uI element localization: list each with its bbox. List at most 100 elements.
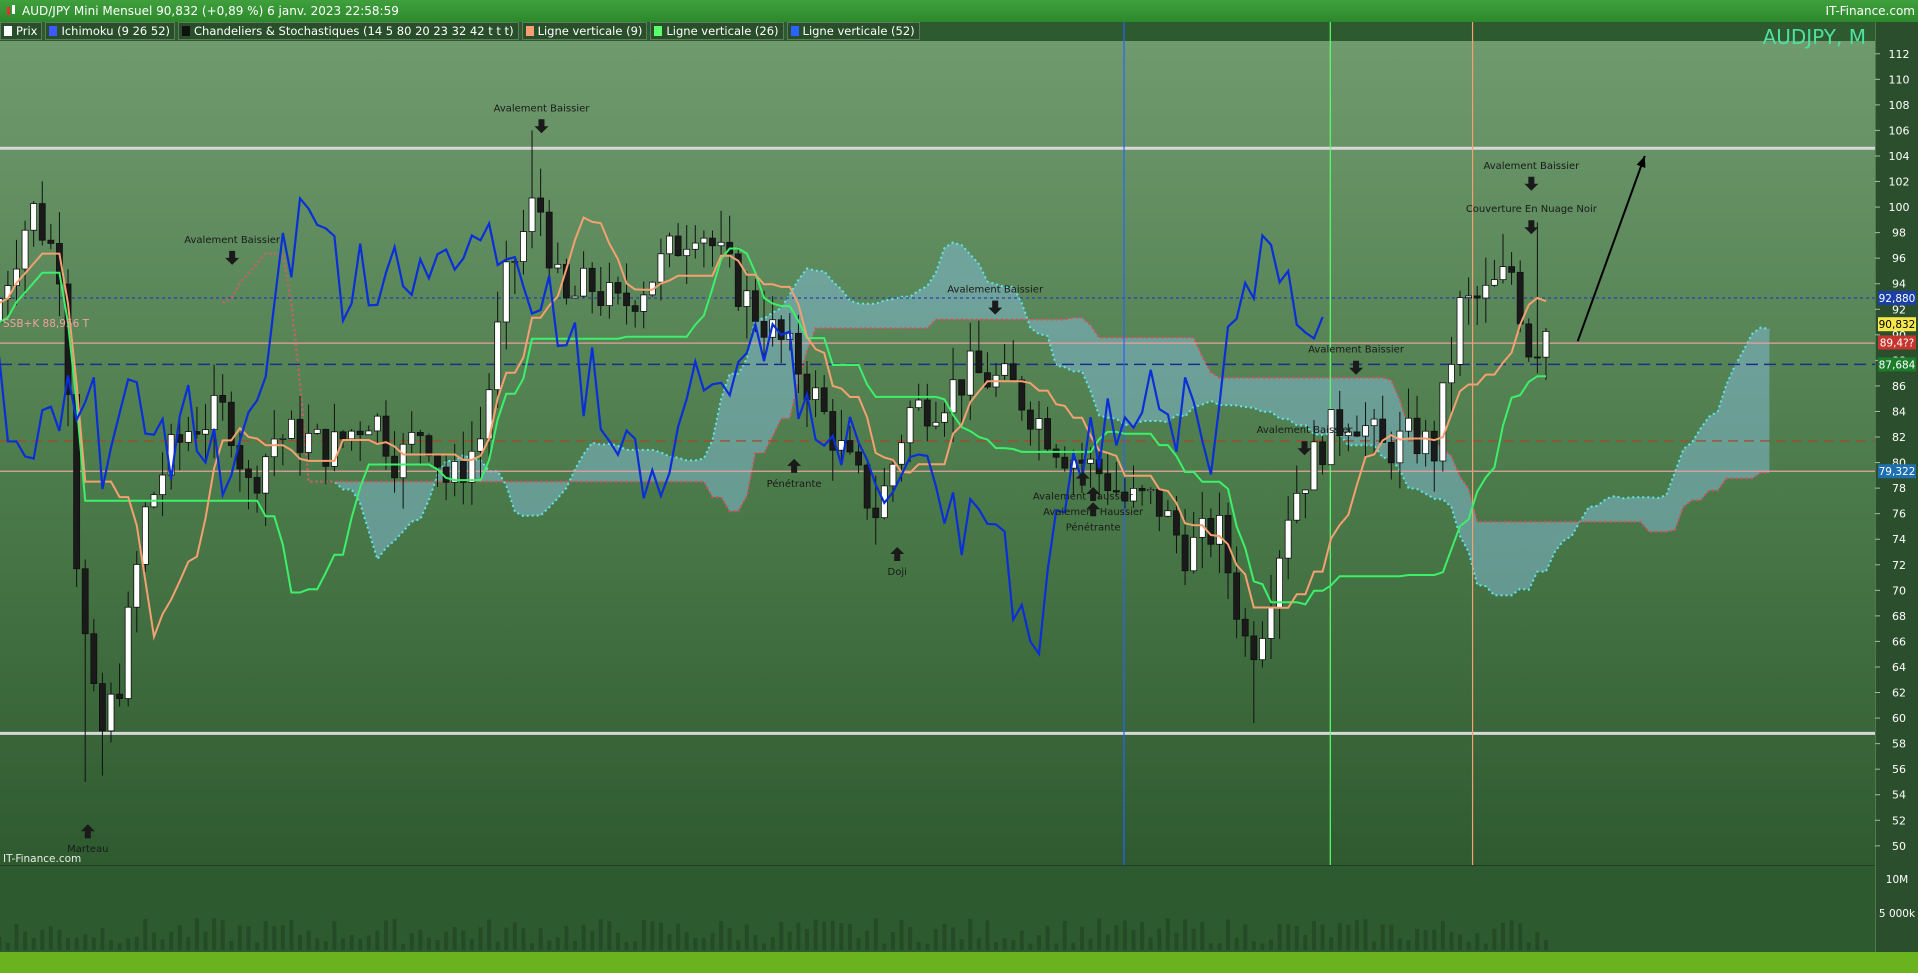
volume-bar xyxy=(547,940,552,950)
volume-bar xyxy=(968,918,973,950)
candle-body xyxy=(1155,489,1163,517)
y-tick-label: 96 xyxy=(1892,252,1906,265)
volume-bar xyxy=(469,939,474,950)
y-tick-label: 72 xyxy=(1892,559,1906,572)
legend-item-price[interactable]: Prix xyxy=(0,22,43,40)
volume-bar xyxy=(1483,943,1488,950)
volume-bar xyxy=(1543,939,1548,950)
candle-body xyxy=(1456,297,1464,365)
volume-bar xyxy=(1449,931,1454,950)
volume-bar xyxy=(1079,926,1084,950)
candle-body xyxy=(1216,515,1223,545)
volume-bar xyxy=(1019,930,1024,950)
candle-body xyxy=(1138,487,1146,492)
candle-body xyxy=(717,241,725,247)
candle-body xyxy=(571,295,579,299)
candle-body xyxy=(795,332,802,375)
candle-body xyxy=(1370,418,1378,427)
legend-item-vline-9[interactable]: Ligne verticale (9) xyxy=(521,22,648,40)
volume-bar xyxy=(409,933,414,950)
legend-item-ichimoku[interactable]: Ichimoku (9 26 52) xyxy=(45,22,176,40)
candle-body xyxy=(1362,425,1369,437)
annotation-label: Doji xyxy=(888,567,907,578)
volume-bar xyxy=(908,926,913,950)
volume-bar xyxy=(727,928,732,950)
candle-body xyxy=(966,350,974,396)
volume-bar xyxy=(633,941,638,950)
candle-body xyxy=(846,440,854,453)
candle-body xyxy=(1181,534,1189,572)
annotation-label: Avalement Baissier xyxy=(1257,425,1354,436)
volume-bar xyxy=(306,930,311,950)
y-tick-label: 78 xyxy=(1892,482,1906,495)
volume-bar xyxy=(186,936,191,950)
legend-item-candles-stoch[interactable]: Chandeliers & Stochastiques (14 5 80 20 … xyxy=(178,22,519,40)
candle-body xyxy=(1430,430,1438,462)
annotation-label: Pénétrante xyxy=(1066,521,1121,533)
volume-bar xyxy=(779,921,784,950)
candle-body xyxy=(872,507,880,519)
watermark-label: IT-Finance.com xyxy=(3,853,81,865)
candle-body xyxy=(1233,572,1241,620)
volume-bar xyxy=(1200,921,1205,950)
candle-body xyxy=(674,235,682,257)
candle-body xyxy=(1044,418,1051,450)
volume-bar xyxy=(1354,920,1359,950)
price-tag-label: 92,880 xyxy=(1879,293,1916,305)
volume-bar xyxy=(358,938,363,950)
legend-item-vline-52[interactable]: Ligne verticale (52) xyxy=(786,22,920,40)
y-tick-label: 66 xyxy=(1892,635,1906,648)
candle-body xyxy=(528,197,536,232)
price-tag-label: 79,322 xyxy=(1879,466,1916,478)
time-axis-bar xyxy=(0,952,1918,973)
candle-body xyxy=(81,568,89,635)
volume-bar xyxy=(1260,943,1265,950)
volume-bar xyxy=(959,939,964,950)
candle-body xyxy=(365,430,373,436)
volume-bar xyxy=(1526,942,1531,950)
legend-label: Ligne verticale (52) xyxy=(802,24,915,38)
volume-bar xyxy=(1535,931,1540,950)
price-chart[interactable]: Avalement Baissier Avalement Baissier Aval… xyxy=(0,0,1918,973)
candle-body xyxy=(820,387,828,412)
volume-bar xyxy=(23,931,28,950)
volume-bar xyxy=(1131,930,1136,950)
volume-bar xyxy=(126,938,131,950)
y-tick-label: 68 xyxy=(1892,610,1906,623)
candle-body xyxy=(812,387,819,400)
volume-bar xyxy=(1045,925,1050,950)
candle-body xyxy=(1413,417,1421,455)
candle-body xyxy=(305,433,313,453)
volume-bar xyxy=(1466,941,1471,950)
volume-bar xyxy=(1234,937,1239,950)
candle-body xyxy=(219,395,227,403)
y-tick-label: 102 xyxy=(1889,176,1910,189)
vline52-swatch-icon xyxy=(790,26,799,36)
volume-bar xyxy=(1277,923,1282,950)
candle-body xyxy=(949,379,957,414)
site-link[interactable]: IT-Finance.com xyxy=(1826,4,1915,18)
volume-bar xyxy=(1509,920,1514,950)
volume-bar xyxy=(341,938,345,950)
candle-body xyxy=(1319,441,1326,466)
volume-bar xyxy=(1406,940,1411,950)
candle-body xyxy=(588,267,596,292)
volume-bar xyxy=(495,941,500,950)
candle-body xyxy=(348,430,355,440)
volume-bar xyxy=(658,922,663,950)
candle-body xyxy=(545,211,553,269)
volume-bar xyxy=(1157,928,1162,950)
price-tag-label: 90,832 xyxy=(1879,319,1916,331)
legend-item-vline-26[interactable]: Ligne verticale (26) xyxy=(650,22,784,40)
volume-bar xyxy=(607,921,612,950)
volume-bar xyxy=(1243,924,1248,950)
candle-body xyxy=(1473,295,1481,299)
volume-bar xyxy=(710,932,715,950)
candle-body xyxy=(262,456,270,494)
volume-bar xyxy=(100,927,105,950)
volume-bar xyxy=(1501,922,1505,950)
candle-body xyxy=(1499,266,1507,281)
candle-body xyxy=(90,633,98,684)
candle-body xyxy=(30,203,38,231)
volume-bar xyxy=(169,931,174,950)
